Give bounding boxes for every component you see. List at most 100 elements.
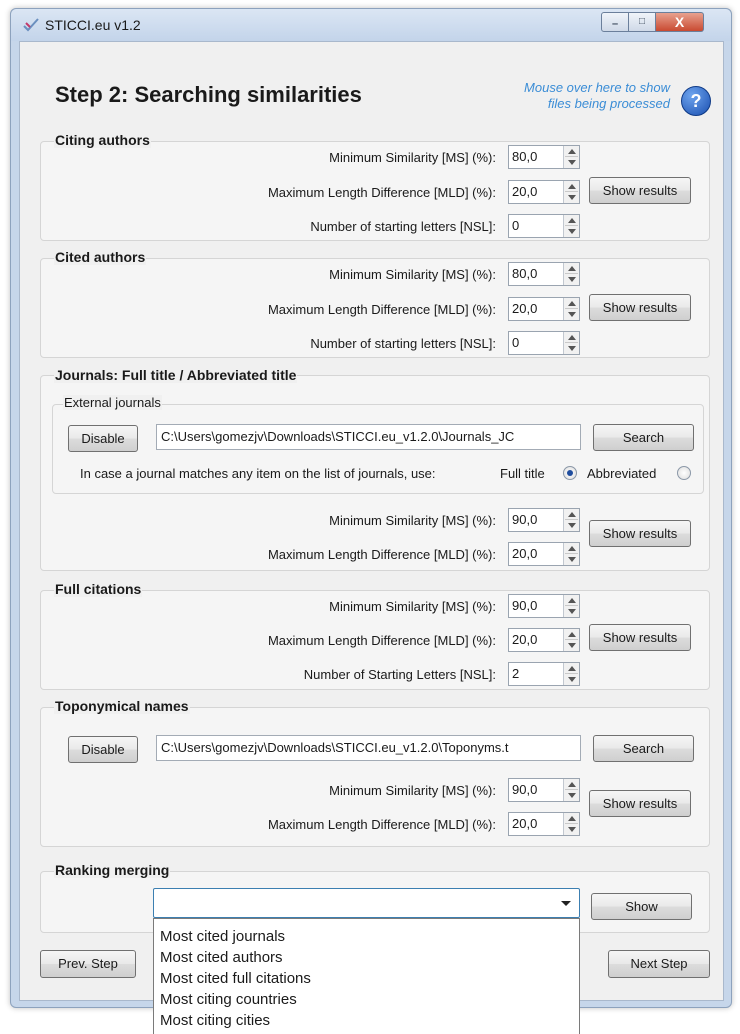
cited-ms-spinner[interactable]: 80,0	[508, 262, 580, 286]
close-button[interactable]: X	[656, 12, 704, 32]
spinner-arrows-icon[interactable]	[563, 146, 579, 168]
minimize-button[interactable]: –	[601, 12, 629, 32]
toponyms-ms-label: Minimum Similarity [MS] (%):	[329, 783, 496, 798]
window-title: STICCI.eu v1.2	[45, 17, 141, 33]
abbreviated-label: Abbreviated	[587, 466, 657, 481]
spinner-arrows-icon[interactable]	[563, 663, 579, 685]
toponymical-title: Toponymical names	[54, 698, 190, 714]
spinner-arrows-icon[interactable]	[563, 595, 579, 617]
journals-disable-button[interactable]: Disable	[68, 425, 138, 452]
spinner-arrows-icon[interactable]	[563, 509, 579, 531]
cited-show-results-button[interactable]: Show results	[589, 294, 691, 321]
cited-nsl-label: Number of starting letters [NSL]:	[310, 336, 496, 351]
external-journals-title: External journals	[63, 395, 162, 410]
citing-nsl-value: 0	[512, 218, 520, 233]
toponyms-mld-spinner[interactable]: 20,0	[508, 812, 580, 836]
button-label: Next Step	[630, 956, 688, 971]
cited-authors-title: Cited authors	[54, 249, 147, 265]
cited-mld-label: Maximum Length Difference [MLD] (%):	[267, 302, 496, 317]
journals-file-path-input[interactable]: C:\Users\gomezjv\Downloads\STICCI.eu_v1.…	[156, 424, 581, 450]
page-title: Step 2: Searching similarities	[55, 82, 362, 107]
cited-nsl-spinner[interactable]: 0	[508, 331, 580, 355]
citing-mld-value: 20,0	[512, 184, 538, 199]
spinner-arrows-icon[interactable]	[563, 779, 579, 801]
toponyms-show-results-button[interactable]: Show results	[589, 790, 691, 817]
spinner-arrows-icon[interactable]	[563, 263, 579, 285]
cited-ms-label: Minimum Similarity [MS] (%):	[329, 267, 496, 282]
help-icon[interactable]: ?	[681, 86, 711, 116]
spinner-arrows-icon[interactable]	[563, 332, 579, 354]
spinner-arrows-icon[interactable]	[563, 543, 579, 565]
full-citations-mld-label: Maximum Length Difference [MLD] (%):	[267, 633, 496, 648]
journals-search-button[interactable]: Search	[593, 424, 694, 451]
cited-ms-value: 80,0	[512, 266, 538, 281]
button-label: Prev. Step	[58, 956, 118, 971]
dropdown-option[interactable]: Most citing countries	[160, 991, 297, 1008]
ranking-select[interactable]	[153, 888, 580, 918]
full-title-radio[interactable]	[563, 466, 577, 480]
toponyms-search-button[interactable]: Search	[593, 735, 694, 762]
dropdown-option[interactable]: Most cited full citations	[160, 970, 311, 987]
full-citations-nsl-label: Number of Starting Letters [NSL]:	[303, 667, 496, 682]
journals-mld-spinner[interactable]: 20,0	[508, 542, 580, 566]
citing-ms-spinner[interactable]: 80,0	[508, 145, 580, 169]
button-label: Show results	[602, 183, 678, 198]
maximize-button[interactable]: □	[629, 12, 656, 32]
button-label: Search	[622, 430, 665, 445]
button-label: Show	[625, 899, 658, 914]
full-citations-ms-label: Minimum Similarity [MS] (%):	[329, 599, 496, 614]
full-citations-title: Full citations	[54, 581, 143, 597]
toponyms-disable-button[interactable]: Disable	[68, 736, 138, 763]
spinner-arrows-icon[interactable]	[563, 629, 579, 651]
spinner-arrows-icon[interactable]	[563, 215, 579, 237]
button-label: Show results	[602, 526, 678, 541]
journals-mld-label: Maximum Length Difference [MLD] (%):	[267, 547, 496, 562]
prev-step-button[interactable]: Prev. Step	[40, 950, 136, 978]
journals-ms-value: 90,0	[512, 512, 538, 527]
spinner-arrows-icon[interactable]	[563, 181, 579, 203]
toponyms-ms-value: 90,0	[512, 782, 538, 797]
journals-title: Journals: Full title / Abbreviated title	[54, 367, 298, 383]
dropdown-option[interactable]: Most citing cities	[160, 1012, 270, 1029]
full-citations-nsl-value: 2	[512, 666, 520, 681]
button-label: Search	[622, 741, 665, 756]
spinner-arrows-icon[interactable]	[563, 298, 579, 320]
maximize-icon: □	[638, 16, 646, 27]
toponyms-mld-value: 20,0	[512, 816, 538, 831]
full-citations-mld-spinner[interactable]: 20,0	[508, 628, 580, 652]
full-title-label: Full title	[500, 466, 545, 481]
hint-line-2: files being processed	[547, 96, 670, 111]
chevron-down-icon[interactable]	[561, 901, 571, 906]
toponyms-ms-spinner[interactable]: 90,0	[508, 778, 580, 802]
full-citations-nsl-spinner[interactable]: 2	[508, 662, 580, 686]
button-label: Disable	[81, 431, 125, 446]
toponyms-file-path-input[interactable]: C:\Users\gomezjv\Downloads\STICCI.eu_v1.…	[156, 735, 581, 761]
dropdown-option[interactable]: Most cited journals	[160, 928, 285, 945]
button-label: Disable	[81, 742, 125, 757]
citing-mld-label: Maximum Length Difference [MLD] (%):	[267, 185, 496, 200]
cited-nsl-value: 0	[512, 335, 520, 350]
citing-ms-label: Minimum Similarity [MS] (%):	[329, 150, 496, 165]
citing-ms-value: 80,0	[512, 149, 538, 164]
next-step-button[interactable]: Next Step	[608, 950, 710, 978]
citing-nsl-label: Number of starting letters [NSL]:	[310, 219, 496, 234]
citing-authors-title: Citing authors	[54, 132, 151, 148]
citing-mld-spinner[interactable]: 20,0	[508, 180, 580, 204]
ranking-show-button[interactable]: Show	[591, 893, 692, 920]
full-citations-ms-spinner[interactable]: 90,0	[508, 594, 580, 618]
spinner-arrows-icon[interactable]	[563, 813, 579, 835]
app-logo-icon	[23, 18, 39, 32]
full-citations-mld-value: 20,0	[512, 632, 538, 647]
button-label: Show results	[602, 796, 678, 811]
full-citations-show-results-button[interactable]: Show results	[589, 624, 691, 651]
citing-nsl-spinner[interactable]: 0	[508, 214, 580, 238]
journal-match-label: In case a journal matches any item on th…	[80, 466, 436, 481]
citing-show-results-button[interactable]: Show results	[589, 177, 691, 204]
journals-ms-label: Minimum Similarity [MS] (%):	[329, 513, 496, 528]
journals-ms-spinner[interactable]: 90,0	[508, 508, 580, 532]
dropdown-option[interactable]: Most cited authors	[160, 949, 283, 966]
journals-show-results-button[interactable]: Show results	[589, 520, 691, 547]
files-processing-hint[interactable]: Mouse over here to show files being proc…	[470, 80, 670, 112]
abbreviated-radio[interactable]	[677, 466, 691, 480]
cited-mld-spinner[interactable]: 20,0	[508, 297, 580, 321]
